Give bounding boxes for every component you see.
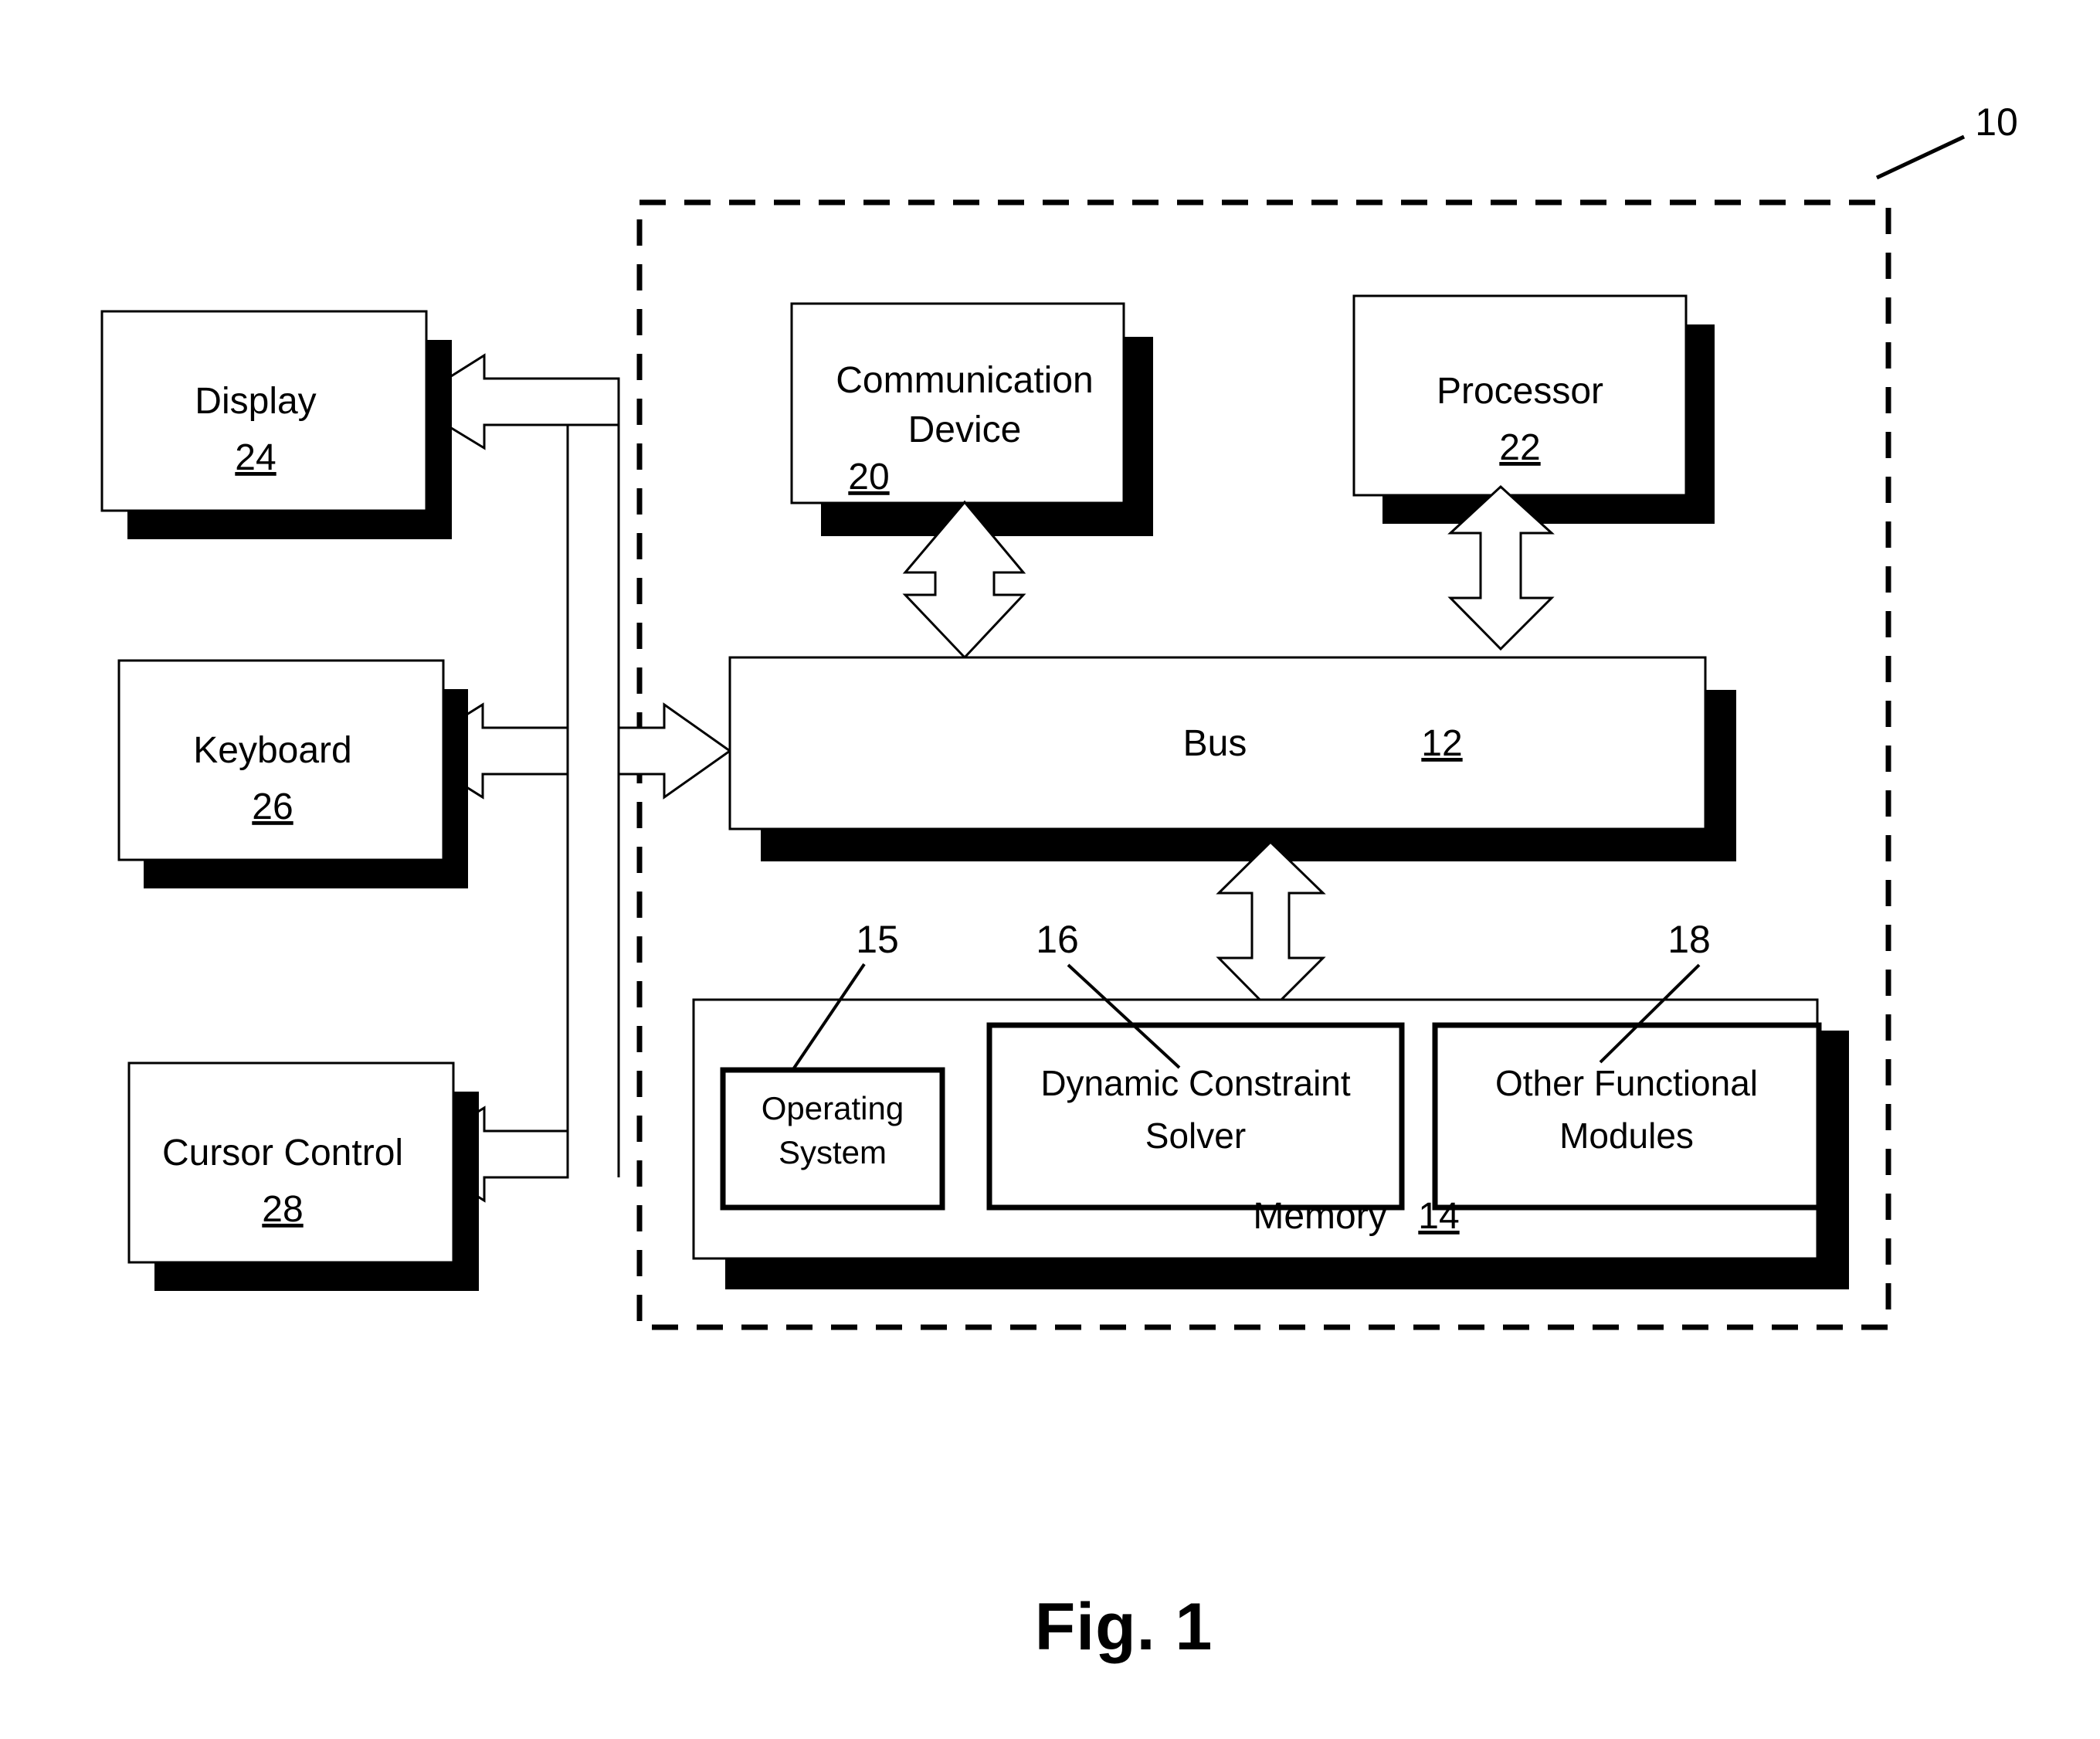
other-functional-modules-ref: 18 [1667, 918, 1711, 961]
communication-device-box [790, 302, 1125, 504]
other-functional-modules-label-line1: Other Functional [1495, 1063, 1758, 1103]
memory-ref: 14 [1418, 1196, 1459, 1237]
dynamic-constraint-solver-ref: 16 [1036, 918, 1079, 961]
dynamic-constraint-solver-label-line2: Solver [1145, 1116, 1246, 1156]
cursor-control-node[interactable]: Cursor Control 28 [127, 1061, 479, 1291]
cursor-control-label: Cursor Control [162, 1133, 403, 1173]
processor-label: Processor [1437, 371, 1603, 412]
display-ref: 24 [235, 437, 276, 478]
dynamic-constraint-solver-label-line1: Dynamic Constraint [1040, 1063, 1351, 1103]
memory-label: Memory [1253, 1196, 1386, 1237]
system-ref-leader [1875, 134, 1966, 180]
bus-ref: 12 [1421, 723, 1462, 764]
bus-input-arrow [617, 702, 732, 800]
memory-node[interactable]: Operating System Dynamic Constraint Solv… [692, 998, 1849, 1289]
processor-ref: 22 [1499, 427, 1540, 468]
operating-system-label-line2: System [779, 1134, 887, 1170]
figure-caption: Fig. 1 [1035, 1590, 1213, 1664]
bus-memory-arrow [1216, 840, 1326, 1013]
keyboard-ref: 26 [252, 786, 293, 827]
communication-device-ref: 20 [848, 457, 889, 498]
display-label: Display [195, 381, 316, 422]
other-functional-modules-label-line2: Modules [1559, 1116, 1694, 1156]
communication-device-label-line1: Communication [836, 360, 1093, 401]
keyboard-label: Keyboard [193, 730, 351, 771]
block-diagram: Display 24 Keyboard 26 Cursor Control 28… [100, 100, 2018, 1664]
bus-node[interactable]: Bus 12 [728, 656, 1736, 861]
display-node[interactable]: Display 24 [100, 310, 452, 539]
system-ref-label: 10 [1975, 100, 2018, 144]
figure-canvas: Display 24 Keyboard 26 Cursor Control 28… [0, 0, 2100, 1739]
communication-device-label-line2: Device [908, 409, 1022, 450]
operating-system-label-line1: Operating [762, 1090, 904, 1126]
operating-system-ref: 15 [856, 918, 899, 961]
communication-device-node[interactable]: Communication Device 20 [790, 302, 1153, 536]
keyboard-node[interactable]: Keyboard 26 [117, 659, 468, 888]
cursor-control-ref: 28 [262, 1189, 303, 1230]
bus-label: Bus [1183, 723, 1247, 764]
processor-node[interactable]: Processor 22 [1352, 294, 1715, 524]
